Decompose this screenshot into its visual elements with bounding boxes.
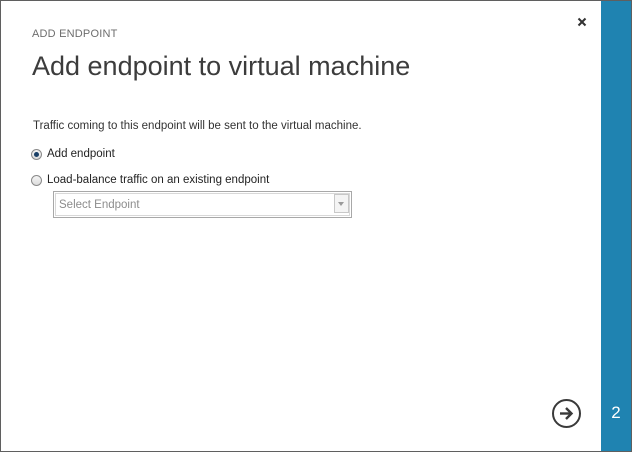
step-number: 2	[611, 403, 621, 422]
load-balance-label: Load-balance traffic on an existing endp…	[47, 174, 270, 186]
endpoint-select[interactable]: Select Endpoint	[53, 191, 352, 218]
arrow-right-circle-icon	[552, 399, 581, 428]
load-balance-option[interactable]: Load-balance traffic on an existing endp…	[31, 174, 269, 186]
close-icon	[577, 17, 587, 27]
add-endpoint-radio[interactable]	[31, 148, 42, 160]
chevron-down-icon[interactable]	[334, 194, 349, 213]
dialog-subtitle: ADD ENDPOINT	[32, 28, 118, 40]
add-endpoint-option[interactable]: Add endpoint	[31, 148, 115, 160]
add-endpoint-label: Add endpoint	[47, 148, 115, 160]
close-button[interactable]	[573, 13, 591, 31]
dialog-description: Traffic coming to this endpoint will be …	[33, 120, 362, 132]
step-sidebar: 2	[601, 1, 631, 451]
add-endpoint-dialog: ADD ENDPOINT Add endpoint to virtual mac…	[0, 0, 632, 452]
dialog-content: ADD ENDPOINT Add endpoint to virtual mac…	[1, 1, 601, 451]
endpoint-select-value: Select Endpoint	[59, 199, 140, 211]
load-balance-radio[interactable]	[31, 174, 42, 186]
next-button[interactable]	[551, 398, 582, 429]
dialog-title: Add endpoint to virtual machine	[32, 51, 411, 81]
